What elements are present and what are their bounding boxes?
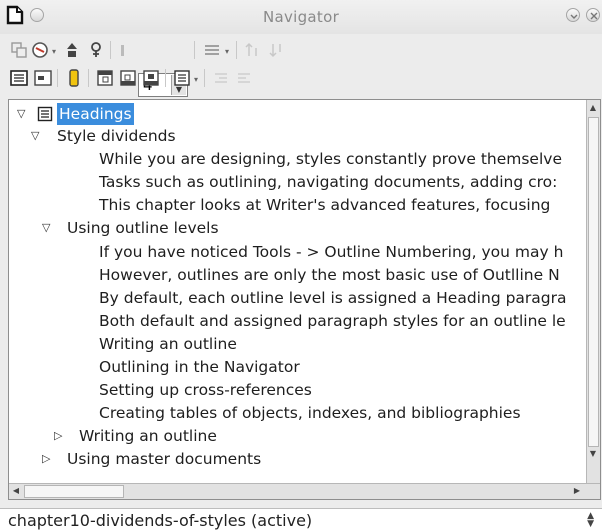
collapse-toggle-icon[interactable]: ▽ xyxy=(31,125,39,147)
document-selector-value: chapter10-dividends-of-styles (active) xyxy=(8,511,313,530)
tree-row-label: While you are designing, styles constant… xyxy=(99,150,562,168)
toolbar-separator xyxy=(194,41,195,59)
tree-row-label: Outlining in the Navigator xyxy=(99,358,300,376)
drag-mode-2-icon[interactable] xyxy=(172,68,192,88)
tree-row-label: This chapter looks at Writer's advanced … xyxy=(99,196,551,214)
scroll-down-icon[interactable]: ▼ xyxy=(587,447,599,461)
tree-row-label: Writing an outline xyxy=(99,335,237,353)
previous-object-icon[interactable] xyxy=(62,40,82,60)
expand-toggle-icon[interactable]: ▽ xyxy=(17,103,25,125)
document-selector-arrow-icon[interactable]: ▲ ▼ xyxy=(587,512,594,529)
navigation-icon[interactable] xyxy=(30,40,50,60)
footer-icon[interactable] xyxy=(95,68,115,88)
scroll-up-icon[interactable]: ▲ xyxy=(587,101,599,115)
list-box-dropdown-icon[interactable]: ▾ xyxy=(225,47,229,56)
expand-toggle-icon[interactable]: ▷ xyxy=(54,425,62,447)
set-reminder-icon[interactable] xyxy=(33,68,53,88)
next-object-icon[interactable] xyxy=(86,40,106,60)
document-selector[interactable]: chapter10-dividends-of-styles (active) ▲… xyxy=(0,508,602,532)
vertical-scroll-thumb[interactable] xyxy=(588,117,599,447)
horizontal-scrollbar[interactable]: ◀ ▶ xyxy=(9,483,600,499)
tree-row-label: Tasks such as outlining, navigating docu… xyxy=(99,173,558,191)
scroll-right-icon[interactable]: ▶ xyxy=(571,484,583,498)
tree-row-label: Using master documents xyxy=(67,450,262,468)
drag-mode-dropdown-icon[interactable]: ▾ xyxy=(194,75,198,84)
anchor-icon[interactable] xyxy=(118,68,138,88)
toolbar-separator xyxy=(110,41,111,59)
toggle-icon[interactable] xyxy=(9,40,29,60)
window-title: Navigator xyxy=(262,8,340,26)
tree-row-label: If you have noticed Tools - > Outline Nu… xyxy=(99,243,564,261)
tree-row-label: Using outline levels xyxy=(67,219,219,237)
navigation-dropdown-icon[interactable]: ▾ xyxy=(52,47,56,56)
expand-toggle-icon[interactable]: ▷ xyxy=(42,448,50,470)
tree-row-label: However, outlines are only the most basi… xyxy=(99,266,560,284)
demote-chapter-icon[interactable] xyxy=(267,40,287,60)
collapse-toggle-icon[interactable]: ▽ xyxy=(42,217,50,239)
close-button[interactable] xyxy=(586,8,600,22)
tree-row-label: Both default and assigned paragraph styl… xyxy=(99,312,566,330)
horizontal-scroll-thumb[interactable] xyxy=(24,485,124,498)
list-box-icon[interactable] xyxy=(202,40,222,60)
drag-mode-icon[interactable] xyxy=(118,40,138,60)
tree-row-label: Setting up cross-references xyxy=(99,381,312,399)
title-bar: Navigator xyxy=(0,0,602,34)
tree-row-label: Writing an outline xyxy=(79,427,217,445)
toolbar-separator xyxy=(165,69,166,87)
navigator-tree[interactable]: ▽ Headings ▽ Style dividends While you are… xyxy=(8,99,601,500)
navigator-toolbar-1: ▾ ▲ ▼ ▾ xyxy=(0,35,602,97)
insert-icon[interactable] xyxy=(141,68,161,88)
toolbar-separator xyxy=(204,69,205,87)
minimize-button[interactable] xyxy=(566,8,580,22)
toolbar-separator xyxy=(236,41,237,59)
headings-label[interactable]: Headings xyxy=(57,103,134,125)
toolbar-separator xyxy=(88,69,89,87)
scroll-left-icon[interactable]: ◀ xyxy=(10,484,22,498)
navigator-toolbar-2: ▾ xyxy=(0,64,602,94)
vertical-scrollbar[interactable]: ▲ ▼ xyxy=(586,100,600,483)
promote-level-icon[interactable] xyxy=(211,68,231,88)
tree-row-label: Style dividends xyxy=(57,127,176,145)
header-icon[interactable] xyxy=(64,68,84,88)
promote-chapter-icon[interactable] xyxy=(243,40,263,60)
tree-row-label: By default, each outline level is assign… xyxy=(99,289,567,307)
toolbar-separator xyxy=(57,69,58,87)
tree-row-label: Creating tables of objects, indexes, and… xyxy=(99,404,521,422)
content-view-icon[interactable] xyxy=(9,68,29,88)
demote-level-icon[interactable] xyxy=(234,68,254,88)
